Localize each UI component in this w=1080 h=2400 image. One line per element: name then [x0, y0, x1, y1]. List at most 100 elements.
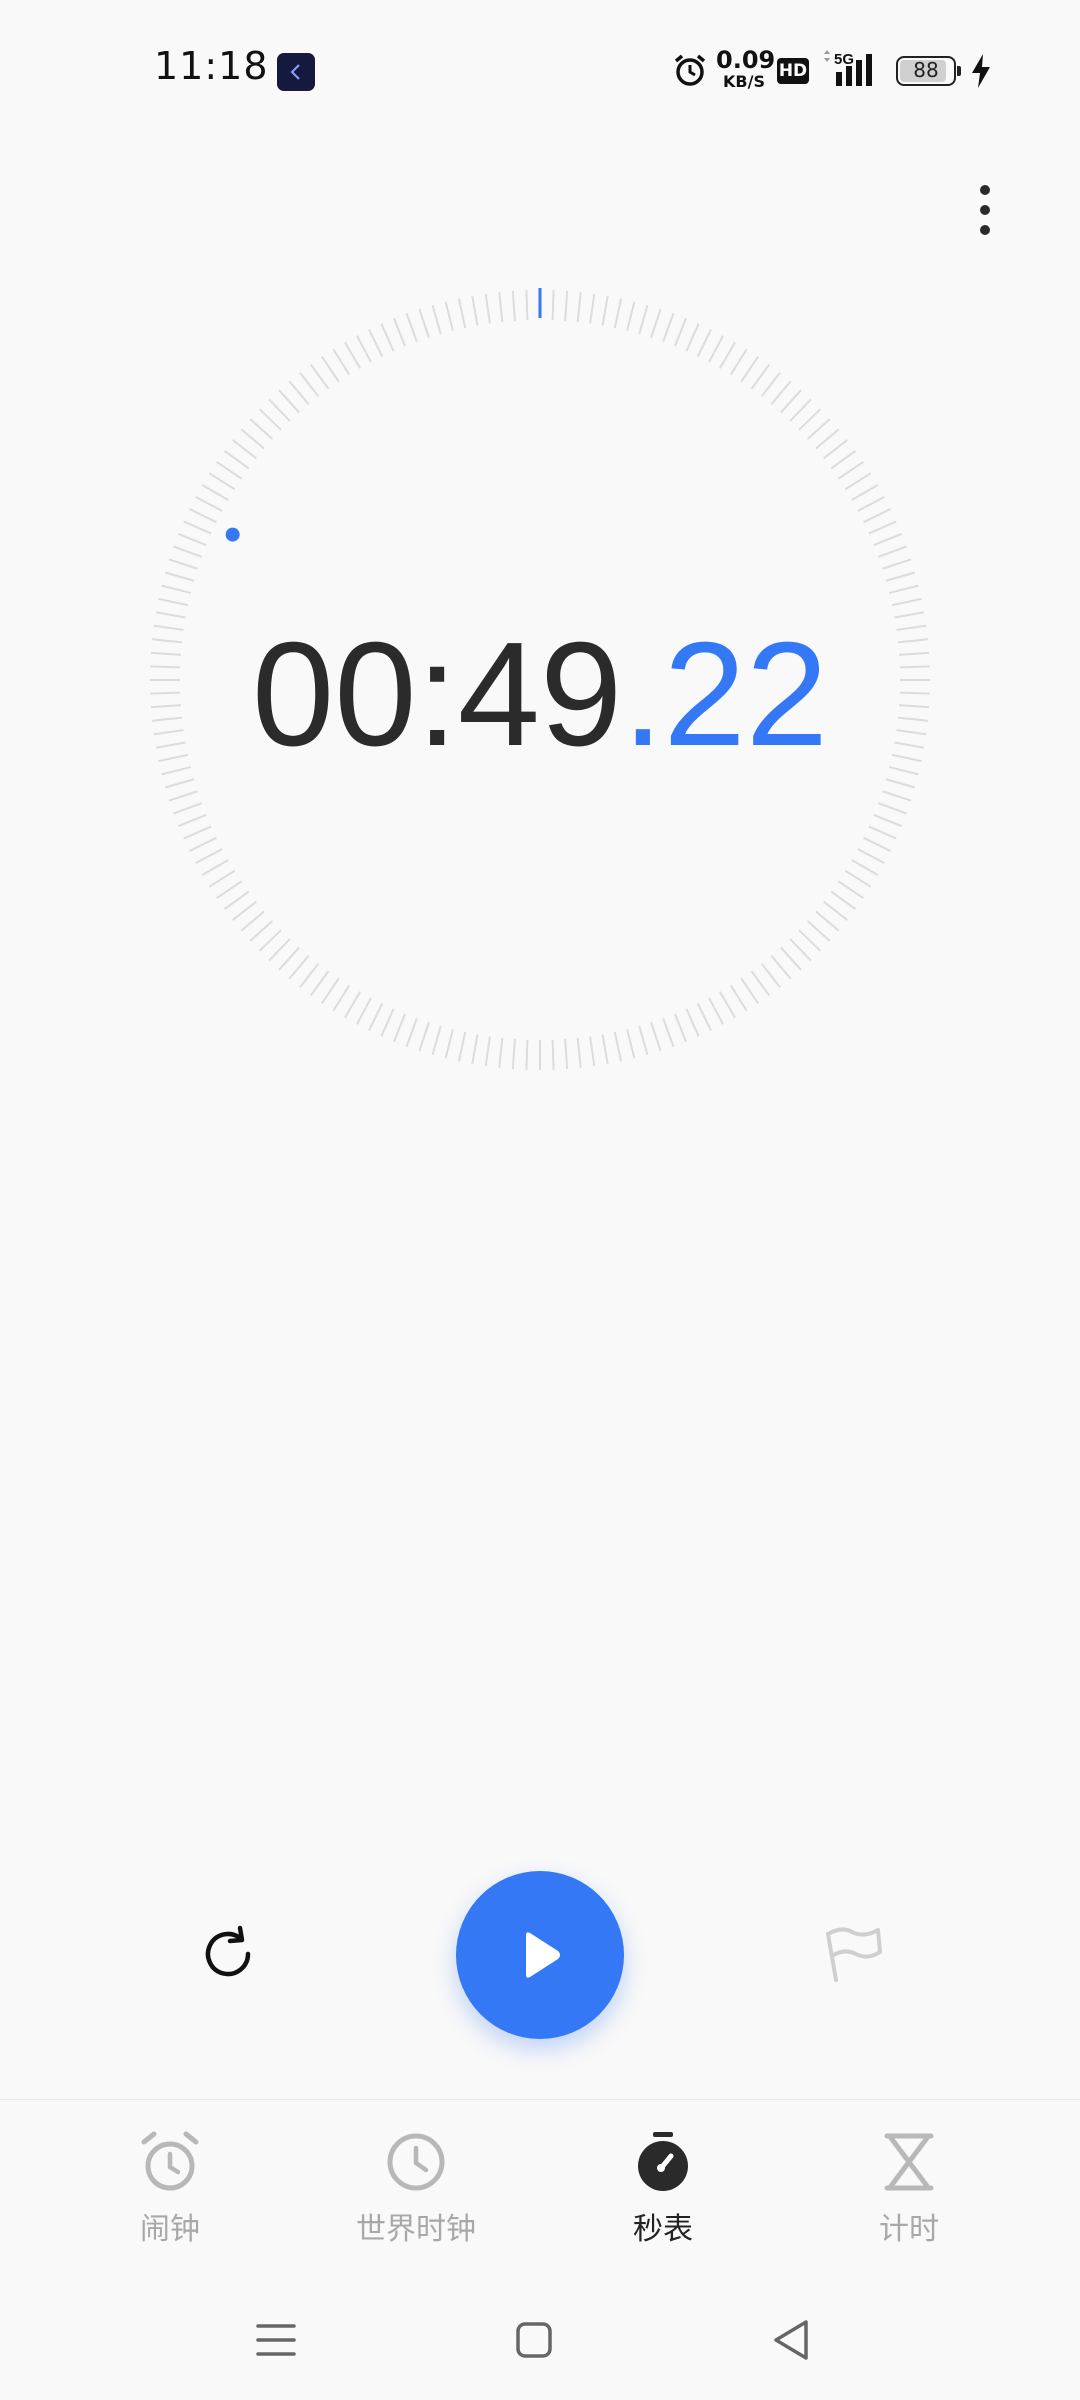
dial-tick	[309, 363, 330, 390]
dial-tick	[457, 298, 467, 329]
play-button[interactable]	[456, 1871, 624, 2039]
dial-tick	[498, 1037, 504, 1068]
dial-tick	[457, 1031, 467, 1062]
recent-apps-button[interactable]	[246, 2310, 306, 2370]
dial-tick	[332, 984, 351, 1012]
dial-tick	[431, 304, 442, 335]
alarm-clock-icon	[141, 2131, 199, 2191]
dial-tick	[195, 496, 223, 512]
dial-tick	[576, 1037, 582, 1068]
dial-tick	[673, 1013, 688, 1042]
home-button[interactable]	[504, 2310, 564, 2370]
dial-tick	[201, 859, 229, 876]
dial-tick	[837, 461, 864, 480]
dial-tick	[278, 389, 300, 414]
signal-icon: 5G	[824, 50, 872, 86]
nav-item-timer[interactable]: 计时	[809, 2130, 1009, 2248]
dial-tick	[471, 295, 479, 326]
dial-tick	[344, 341, 361, 369]
dial-tick	[760, 372, 781, 397]
home-icon	[516, 2322, 552, 2358]
dial-tick	[208, 472, 236, 491]
lap-button[interactable]	[822, 1922, 886, 1986]
dial-tick	[885, 778, 916, 789]
dial-tick	[511, 290, 516, 321]
dial-tick	[601, 295, 609, 326]
dial-tick	[851, 484, 879, 501]
dial-tick	[418, 1022, 430, 1052]
dial-tick	[309, 970, 330, 997]
dial-tick	[223, 449, 250, 470]
dial-tick	[882, 790, 912, 802]
dial-tick	[249, 418, 274, 440]
dial-tick	[891, 597, 922, 607]
dial-tick	[299, 963, 320, 988]
reset-button[interactable]	[196, 1922, 260, 1986]
elapsed-time-main: 00:49	[251, 612, 623, 777]
dial-tick	[650, 308, 662, 338]
dial-tick	[380, 1008, 395, 1037]
dial-tick	[729, 348, 748, 376]
dial-tick	[216, 880, 243, 899]
dial-tick	[164, 778, 195, 789]
dial-tick	[889, 584, 919, 594]
dial-tick	[164, 571, 195, 582]
nav-item-world-clock[interactable]: 世界时钟	[316, 2130, 516, 2248]
dial-tick	[815, 428, 840, 450]
dial-tick	[740, 977, 759, 1004]
dial-tick	[601, 1034, 609, 1065]
dial-tick	[868, 825, 897, 840]
dial-tick	[498, 292, 504, 323]
dial-tick	[392, 318, 407, 347]
dial-tick	[806, 920, 831, 942]
dial-tick	[685, 1008, 700, 1037]
more-options-button[interactable]	[960, 180, 1010, 240]
dial-tick	[183, 825, 212, 840]
dial-tick	[760, 963, 781, 988]
status-bar: 11:18 0.09 KB/S HD 5G 88	[0, 0, 1080, 140]
dial-tick	[232, 439, 257, 460]
stopwatch-screen: 11:18 0.09 KB/S HD 5G 88 00:49.22 闹钟 世界时…	[0, 0, 1080, 2400]
dial-tick	[161, 584, 191, 594]
dial-tick	[178, 813, 207, 828]
dial-tick	[564, 1039, 569, 1070]
dial-tick	[863, 836, 891, 852]
dial-tick	[158, 597, 189, 607]
dial-tick	[868, 520, 897, 535]
dial-tick	[613, 1031, 623, 1062]
dial-tick	[650, 1022, 662, 1052]
network-speed-value: 0.09	[716, 46, 776, 74]
dial-tick	[719, 341, 736, 369]
hourglass-icon	[884, 2133, 934, 2191]
world-clock-icon	[387, 2133, 445, 2191]
dial-tick	[830, 890, 857, 911]
dial-tick	[589, 293, 596, 324]
dial-tick	[873, 813, 902, 828]
dial-tick	[740, 356, 759, 383]
dial-tick	[837, 880, 864, 899]
dial-tick	[332, 348, 351, 376]
dial-tick	[780, 389, 802, 414]
network-type: 5G	[834, 51, 854, 68]
back-button[interactable]	[762, 2310, 822, 2370]
dial-tick	[173, 802, 203, 815]
dial-tick	[511, 1039, 516, 1070]
dial-tick	[183, 520, 212, 535]
dial-tick	[240, 910, 265, 932]
nav-item-stopwatch[interactable]: 秒表	[563, 2130, 763, 2248]
dial-tick	[288, 955, 310, 980]
charging-icon	[972, 54, 990, 88]
dial-tick	[708, 997, 724, 1025]
dial-tick	[626, 301, 636, 331]
nav-label-world-clock: 世界时钟	[356, 2212, 476, 2247]
back-icon	[774, 2320, 808, 2360]
nav-label-timer: 计时	[879, 2212, 939, 2247]
dial-tick	[232, 900, 257, 921]
hd-badge: HD	[777, 58, 809, 84]
dial-tick	[249, 920, 274, 942]
dial-tick	[392, 1013, 407, 1042]
nav-item-alarm[interactable]: 闹钟	[70, 2130, 270, 2248]
elapsed-time-fraction: 22	[663, 612, 829, 777]
flag-icon	[826, 1927, 882, 1982]
alarm-icon	[674, 54, 706, 86]
